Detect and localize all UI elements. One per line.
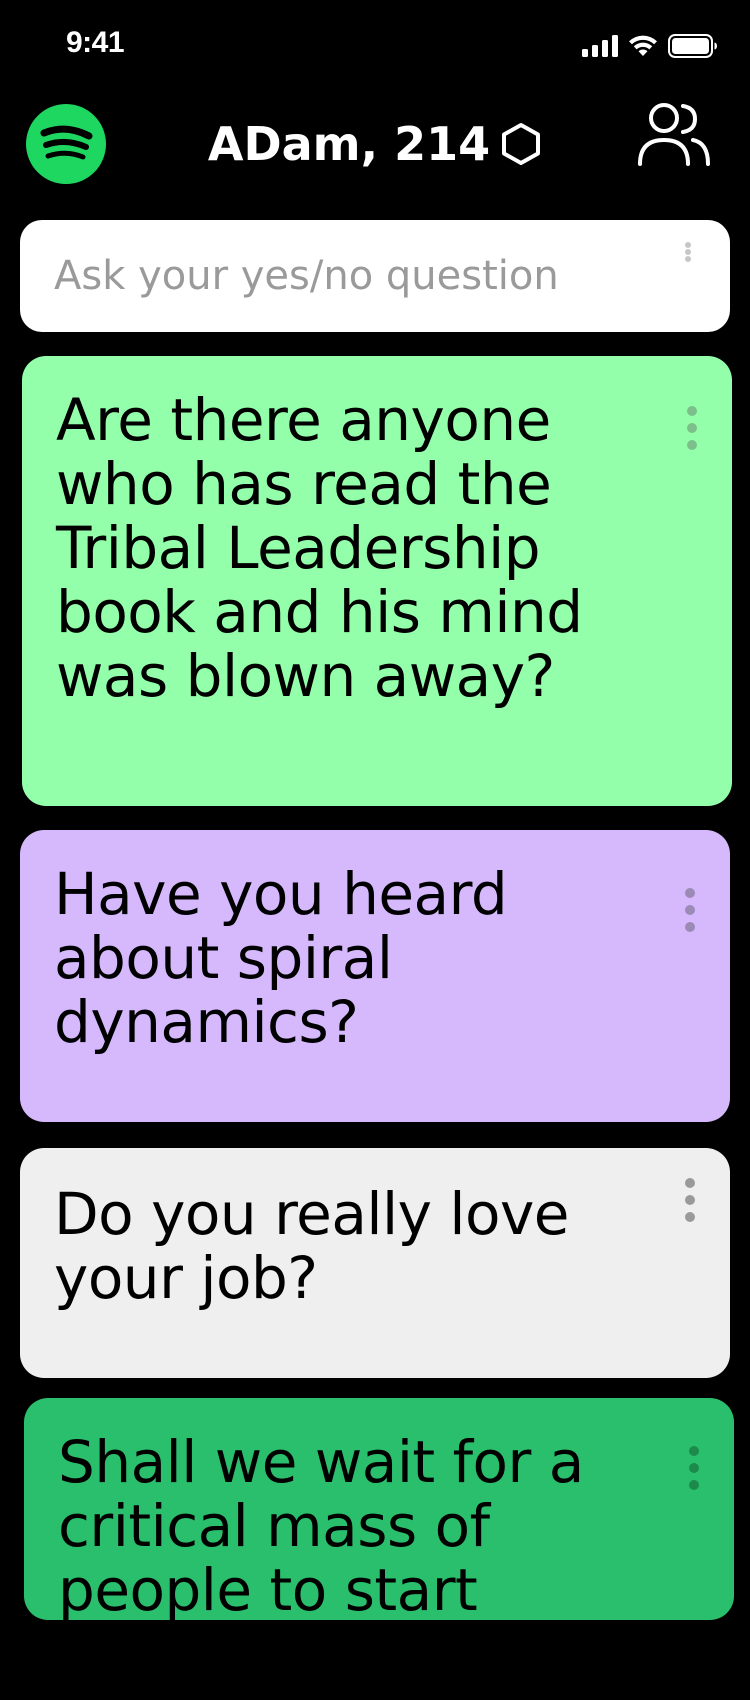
question-card-text: Shall we wait for a critical mass of peo… bbox=[58, 1428, 584, 1620]
status-bar: 9:41 bbox=[0, 0, 750, 90]
card-menu-icon[interactable] bbox=[680, 888, 700, 936]
wifi-icon bbox=[629, 35, 657, 56]
question-card-text: Are there anyone who has read the Tribal… bbox=[56, 386, 583, 710]
question-card[interactable]: Have you heard about spiral dynamics? bbox=[20, 830, 730, 1122]
battery-icon bbox=[668, 34, 717, 58]
users-icon[interactable] bbox=[636, 100, 712, 170]
question-card-text: Do you really love your job? bbox=[54, 1180, 569, 1312]
card-menu-icon[interactable] bbox=[680, 1178, 700, 1226]
card-menu-icon[interactable] bbox=[684, 1446, 704, 1494]
signal-icon bbox=[582, 35, 618, 57]
hexagon-icon bbox=[502, 123, 541, 165]
header: ADam, 214 bbox=[0, 96, 750, 192]
question-card[interactable]: Shall we wait for a critical mass of peo… bbox=[24, 1398, 734, 1620]
input-menu-icon[interactable] bbox=[682, 242, 694, 262]
question-input-box bbox=[20, 220, 730, 332]
user-name-score: ADam, 214 bbox=[207, 117, 491, 171]
status-time: 9:41 bbox=[66, 26, 125, 59]
question-card[interactable]: Do you really love your job? bbox=[20, 1148, 730, 1378]
question-input[interactable] bbox=[54, 248, 654, 304]
card-menu-icon[interactable] bbox=[682, 406, 702, 454]
status-icons bbox=[582, 34, 718, 58]
question-card-text: Have you heard about spiral dynamics? bbox=[54, 860, 508, 1056]
question-card[interactable]: Are there anyone who has read the Tribal… bbox=[22, 356, 732, 806]
